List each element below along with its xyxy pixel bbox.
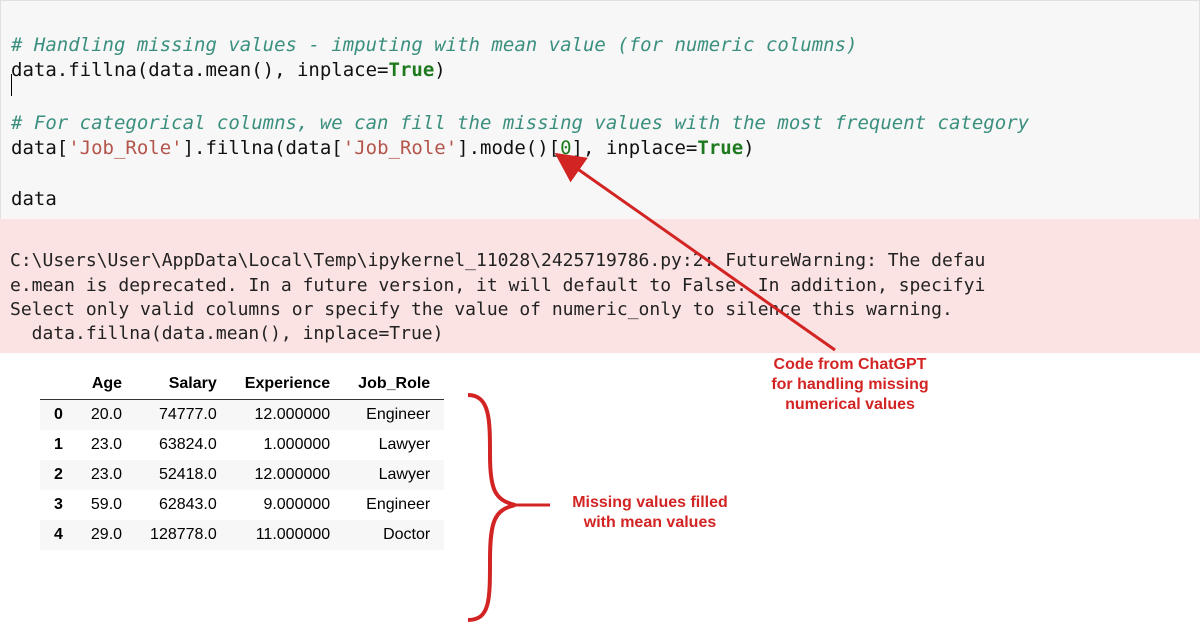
- code-line-5a: data[: [11, 137, 68, 159]
- cell-exp: 12.000000: [231, 460, 344, 490]
- cell-salary: 128778.0: [136, 520, 231, 550]
- cell-role: Doctor: [344, 520, 444, 550]
- code-line-5-num: 0: [560, 137, 571, 159]
- row-index: 0: [40, 399, 77, 430]
- cell-salary: 63824.0: [136, 430, 231, 460]
- warning-line-1: C:\Users\User\AppData\Local\Temp\ipykern…: [10, 250, 985, 271]
- code-line-2-true: True: [389, 59, 435, 81]
- cell-exp: 12.000000: [231, 399, 344, 430]
- annot-top-l1: Code from ChatGPT: [774, 356, 927, 373]
- text-caret: [11, 84, 1189, 85]
- cell-age: 23.0: [77, 460, 136, 490]
- row-index: 4: [40, 520, 77, 550]
- annotation-filled-values: Missing values filled with mean values: [555, 493, 745, 533]
- cell-salary: 62843.0: [136, 490, 231, 520]
- cell-role: Lawyer: [344, 430, 444, 460]
- warning-line-4: data.fillna(data.mean(), inplace=True): [10, 323, 443, 344]
- table-row: 4 29.0 128778.0 11.000000 Doctor: [40, 520, 444, 550]
- code-comment-2: # For categorical columns, we can fill t…: [11, 112, 1029, 134]
- annot-mid-l2: with mean values: [584, 514, 717, 531]
- table-row: 0 20.0 74777.0 12.000000 Engineer: [40, 399, 444, 430]
- col-age: Age: [77, 369, 136, 400]
- code-cell[interactable]: # Handling missing values - imputing wit…: [0, 0, 1200, 220]
- code-line-5d: ], inplace=: [572, 137, 698, 159]
- cell-role: Lawyer: [344, 460, 444, 490]
- warning-line-3: Select only valid columns or specify the…: [10, 299, 953, 320]
- cell-age: 29.0: [77, 520, 136, 550]
- cell-age: 23.0: [77, 430, 136, 460]
- index-header: [40, 369, 77, 400]
- cell-age: 59.0: [77, 490, 136, 520]
- code-line-2a: data.fillna(data.mean(), inplace=: [11, 59, 389, 81]
- code-line-5b: ].fillna(data[: [183, 137, 343, 159]
- row-index: 3: [40, 490, 77, 520]
- cell-exp: 11.000000: [231, 520, 344, 550]
- cell-exp: 9.000000: [231, 490, 344, 520]
- code-line-5e: ): [743, 137, 754, 159]
- annot-top-l3: numerical values: [785, 396, 915, 413]
- table-row: 3 59.0 62843.0 9.000000 Engineer: [40, 490, 444, 520]
- col-experience: Experience: [231, 369, 344, 400]
- table-row: 2 23.0 52418.0 12.000000 Lawyer: [40, 460, 444, 490]
- code-line-5-str1: 'Job_Role': [68, 137, 182, 159]
- col-salary: Salary: [136, 369, 231, 400]
- annot-top-l2: for handling missing: [771, 376, 928, 393]
- cell-age: 20.0: [77, 399, 136, 430]
- col-jobrole: Job_Role: [344, 369, 444, 400]
- cell-salary: 74777.0: [136, 399, 231, 430]
- table-row: 1 23.0 63824.0 1.000000 Lawyer: [40, 430, 444, 460]
- row-index: 1: [40, 430, 77, 460]
- row-index: 2: [40, 460, 77, 490]
- warning-line-2: e.mean is deprecated. In a future versio…: [10, 275, 985, 296]
- code-comment-1: # Handling missing values - imputing wit…: [11, 34, 857, 56]
- table-header-row: Age Salary Experience Job_Role: [40, 369, 444, 400]
- code-line-5-str2: 'Job_Role': [343, 137, 457, 159]
- code-line-2b: ): [434, 59, 445, 81]
- warning-output: C:\Users\User\AppData\Local\Temp\ipykern…: [0, 219, 1200, 352]
- code-line-7: data: [11, 188, 57, 210]
- annotation-code-source: Code from ChatGPT for handling missing n…: [740, 355, 960, 415]
- cell-role: Engineer: [344, 399, 444, 430]
- output-table: Age Salary Experience Job_Role 0 20.0 74…: [40, 369, 444, 550]
- code-line-5-true: True: [697, 137, 743, 159]
- cell-role: Engineer: [344, 490, 444, 520]
- code-line-5c: ].mode()[: [457, 137, 560, 159]
- cell-exp: 1.000000: [231, 430, 344, 460]
- annot-mid-l1: Missing values filled: [572, 494, 728, 511]
- cell-salary: 52418.0: [136, 460, 231, 490]
